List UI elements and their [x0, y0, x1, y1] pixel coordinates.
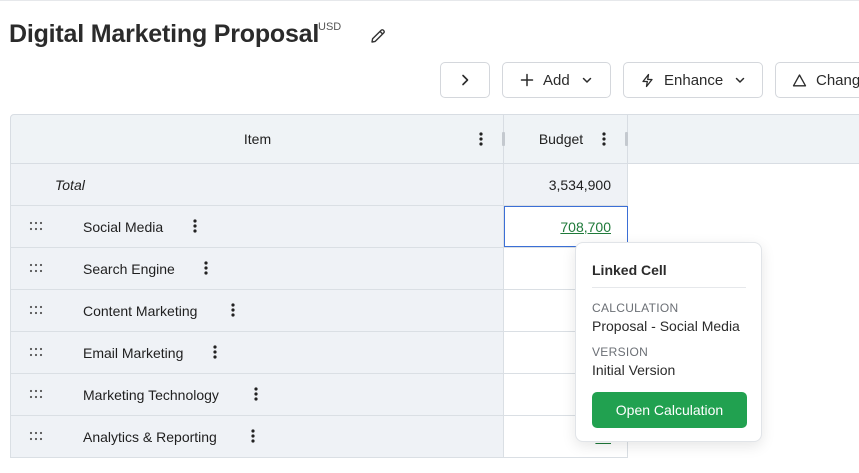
total-item-cell: Total	[11, 164, 504, 205]
row-menu-icon[interactable]	[248, 386, 264, 402]
change-button-label: Chang	[816, 71, 859, 89]
version-key: VERSION	[592, 345, 649, 359]
table-row[interactable]: Search Engine 57	[10, 248, 628, 290]
popover-title: Linked Cell	[592, 262, 667, 278]
row-label: Marketing Technology	[83, 387, 219, 403]
add-button[interactable]: Add	[502, 62, 611, 98]
row-label: Analytics & Reporting	[83, 429, 217, 445]
lightning-icon	[642, 73, 653, 87]
drag-handle-icon[interactable]	[29, 304, 43, 316]
row-label: Email Marketing	[83, 345, 184, 361]
add-button-label: Add	[543, 71, 570, 89]
item-cell[interactable]: Marketing Technology	[11, 374, 504, 415]
open-calculation-button[interactable]: Open Calculation	[592, 392, 747, 428]
column-header-item[interactable]: Item	[11, 115, 504, 163]
top-border	[0, 0, 859, 1]
triangle-icon	[792, 73, 807, 86]
column-menu-icon[interactable]	[596, 131, 612, 147]
row-menu-icon[interactable]	[245, 428, 261, 444]
expand-panel-button[interactable]	[440, 62, 490, 98]
enhance-button[interactable]: Enhance	[623, 62, 763, 98]
linked-cell-popover: Linked Cell CALCULATION Proposal - Socia…	[575, 242, 762, 442]
table-row[interactable]: Social Media 708,700	[10, 206, 628, 248]
table-row[interactable]: Analytics & Reporting 67	[10, 416, 628, 458]
grid-header: Item Budget	[10, 114, 859, 164]
calculation-value: Proposal - Social Media	[592, 318, 740, 334]
drag-handle-icon[interactable]	[29, 262, 43, 274]
row-menu-icon[interactable]	[198, 260, 214, 276]
item-cell[interactable]: Analytics & Reporting	[11, 416, 504, 457]
chevron-right-icon	[462, 74, 469, 86]
linked-value[interactable]: 708,700	[560, 219, 611, 235]
page-title: Digital Marketing Proposal	[9, 20, 320, 48]
total-value: 3,534,900	[504, 164, 628, 205]
item-cell[interactable]: Search Engine	[11, 248, 504, 289]
change-button[interactable]: Chang	[775, 62, 859, 98]
budget-cell[interactable]: 708,700	[504, 206, 628, 247]
table-row[interactable]: Marketing Technology 53	[10, 374, 628, 416]
drag-handle-icon[interactable]	[29, 220, 43, 232]
plus-icon	[520, 73, 534, 87]
total-row: Total 3,534,900	[10, 164, 628, 206]
row-menu-icon[interactable]	[187, 218, 203, 234]
total-label: Total	[55, 177, 85, 193]
row-menu-icon[interactable]	[207, 344, 223, 360]
drag-handle-icon[interactable]	[29, 346, 43, 358]
drag-handle-icon[interactable]	[29, 388, 43, 400]
item-cell[interactable]: Email Marketing	[11, 332, 504, 373]
chevron-down-icon	[735, 77, 745, 83]
row-menu-icon[interactable]	[225, 302, 241, 318]
item-cell[interactable]: Social Media	[11, 206, 504, 247]
item-cell[interactable]: Content Marketing	[11, 290, 504, 331]
calculation-key: CALCULATION	[592, 301, 679, 315]
currency-badge: USD	[318, 21, 342, 33]
drag-handle-icon[interactable]	[29, 430, 43, 442]
table-row[interactable]: Content Marketing 64	[10, 290, 628, 332]
row-label: Content Marketing	[83, 303, 198, 319]
table-row[interactable]: Email Marketing 39	[10, 332, 628, 374]
row-label: Social Media	[83, 219, 164, 235]
chevron-down-icon	[582, 77, 591, 83]
column-menu-icon[interactable]	[473, 131, 489, 147]
row-label: Search Engine	[83, 261, 175, 277]
column-resize-handle[interactable]	[625, 132, 628, 146]
enhance-button-label: Enhance	[664, 71, 724, 89]
version-value: Initial Version	[592, 362, 676, 378]
pencil-icon[interactable]	[369, 27, 387, 45]
popover-divider	[592, 287, 746, 288]
